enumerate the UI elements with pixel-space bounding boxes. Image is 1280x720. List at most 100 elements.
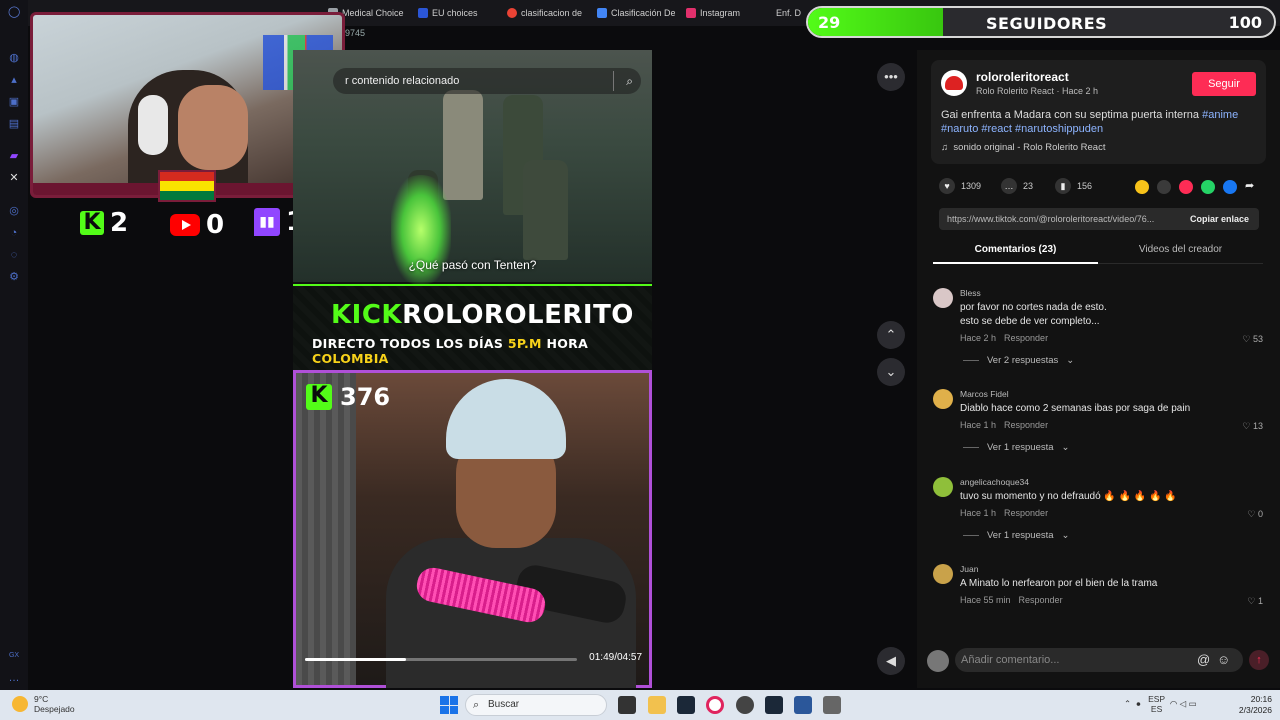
clock-icon[interactable]: ◔: [8, 227, 20, 239]
tab-comments[interactable]: Comentarios (23): [933, 244, 1098, 264]
gx-icon[interactable]: GX: [8, 650, 20, 662]
whatsapp-icon[interactable]: [1201, 180, 1215, 194]
volume-icon[interactable]: ◀: [877, 647, 905, 675]
start-button[interactable]: [440, 696, 458, 714]
view-replies[interactable]: Ver 1 respuesta ⌄: [963, 530, 1070, 541]
sidebar-app-icon[interactable]: ◍: [8, 52, 20, 64]
more-options-icon[interactable]: •••: [877, 63, 905, 91]
kick-viewer-count: K 376: [306, 383, 390, 411]
opera-icon[interactable]: [706, 696, 724, 714]
followers-goal: 100: [1228, 13, 1262, 32]
reply-link[interactable]: Responder: [1004, 333, 1048, 343]
clock[interactable]: 20:16 2/3/2026: [1232, 694, 1272, 716]
comment-likes[interactable]: ♡ 0: [1247, 509, 1263, 520]
taskbar-search[interactable]: ⌕ Buscar: [465, 694, 607, 716]
hashtag-link[interactable]: #anime: [1202, 109, 1238, 121]
hashtag-link[interactable]: #react: [981, 123, 1012, 135]
comment-author[interactable]: Marcos Fidel: [960, 389, 1009, 399]
youtube-count: 0: [206, 210, 225, 240]
sidebar-app-icon[interactable]: ▣: [8, 96, 20, 108]
share-icon[interactable]: ➦: [1245, 179, 1254, 192]
chevron-up-icon: ⌃: [1124, 698, 1132, 709]
video-player[interactable]: r contenido relacionado ⌕ ¿Qué pasó con …: [293, 50, 652, 688]
browser-tab[interactable]: Enf. D: [776, 5, 806, 21]
save-button[interactable]: ▮ 156: [1055, 178, 1092, 194]
sidebar-app-icon[interactable]: ▤: [8, 118, 20, 130]
comment-button[interactable]: … 23: [1001, 178, 1033, 194]
battery-icon: ▭: [1188, 698, 1197, 709]
tab-label: clasificacion de: [521, 8, 583, 18]
next-video-button[interactable]: ⌄: [877, 358, 905, 386]
gear-icon[interactable]: ⚙: [8, 271, 20, 283]
reply-link[interactable]: Responder: [1004, 508, 1048, 518]
mention-icon[interactable]: @: [1197, 652, 1210, 667]
facebook-icon[interactable]: [1223, 180, 1237, 194]
browser-tab[interactable]: Clasificación De: [597, 5, 675, 21]
reply-link[interactable]: Responder: [1019, 595, 1063, 605]
kick-count: 2: [110, 208, 129, 238]
copy-link-button[interactable]: Copiar enlace: [1190, 214, 1249, 224]
previous-video-button[interactable]: ⌃: [877, 321, 905, 349]
comment-likes[interactable]: ♡ 53: [1242, 334, 1263, 345]
more-icon[interactable]: …: [8, 672, 20, 684]
app-icon[interactable]: [823, 696, 841, 714]
tab-creator-videos[interactable]: Videos del creador: [1098, 244, 1263, 255]
twitch-icon[interactable]: ▰: [8, 150, 20, 162]
avatar[interactable]: [941, 70, 967, 96]
view-replies[interactable]: Ver 1 respuesta ⌄: [963, 442, 1070, 453]
emoji-icon[interactable]: ☺: [1217, 652, 1230, 667]
comment-composer: @ ☺ ↑: [927, 648, 1272, 674]
search-icon[interactable]: ⌕: [613, 71, 633, 91]
file-explorer-icon[interactable]: [648, 696, 666, 714]
comment-likes[interactable]: ♡ 1: [1247, 596, 1263, 607]
comment-author[interactable]: angelicachoque34: [960, 477, 1029, 487]
weather-widget[interactable]: 9°C Despejado: [12, 694, 75, 714]
steam-icon[interactable]: [677, 696, 695, 714]
avatar[interactable]: [933, 564, 953, 584]
send-icon[interactable]: [1179, 180, 1193, 194]
related-search-bar[interactable]: r contenido relacionado ⌕: [333, 68, 641, 94]
word-icon[interactable]: [794, 696, 812, 714]
post-link[interactable]: https://www.tiktok.com/@roloroleritoreac…: [947, 214, 1177, 224]
viewer-number: 376: [340, 383, 391, 411]
view-replies[interactable]: Ver 2 respuestas ⌄: [963, 355, 1074, 366]
browser-tab[interactable]: EU choices: [418, 5, 498, 21]
x-icon[interactable]: ✕: [8, 172, 20, 184]
avatar[interactable]: [933, 477, 953, 497]
reply-link[interactable]: Responder: [1004, 420, 1048, 430]
send-comment-button[interactable]: ↑: [1249, 650, 1269, 670]
video-progress-bar[interactable]: [305, 658, 577, 661]
coin-icon[interactable]: [1135, 180, 1149, 194]
embed-icon[interactable]: [1157, 180, 1171, 194]
save-count: 156: [1077, 181, 1093, 191]
comment-likes[interactable]: ♡ 13: [1242, 421, 1263, 432]
browser-tab[interactable]: clasificacion de: [507, 5, 585, 21]
comment-meta: Hace 2 h Responder: [960, 333, 1049, 343]
comment-author[interactable]: Bless: [960, 288, 981, 298]
tab-label: EU choices: [432, 8, 478, 18]
follow-button[interactable]: Seguir: [1192, 72, 1256, 96]
browser-tab[interactable]: Instagram: [686, 5, 766, 21]
post-actions: ♥ 1309 … 23 ▮ 156 ➦: [939, 178, 1259, 198]
tab-label: Medical Choice: [342, 8, 404, 18]
sidebar-app-icon[interactable]: ◌: [8, 249, 20, 261]
hashtag-link[interactable]: #naruto: [941, 123, 978, 135]
steam-icon[interactable]: [765, 696, 783, 714]
task-view-icon[interactable]: [618, 696, 636, 714]
system-tray[interactable]: ⌃ ● ESP ES ◠ ◁ ▭: [1124, 694, 1197, 714]
post-username[interactable]: roloroleritoreact: [976, 70, 1069, 84]
youtube-icon: [170, 214, 200, 236]
sidebar-app-icon[interactable]: ◎: [8, 205, 20, 217]
link-box: https://www.tiktok.com/@roloroleritoreac…: [939, 208, 1259, 230]
avatar[interactable]: [933, 288, 953, 308]
comment-author[interactable]: Juan: [960, 564, 978, 574]
opera-icon[interactable]: ◯: [8, 6, 20, 18]
sound-info[interactable]: ♫ sonido original - Rolo Rolerito React: [941, 142, 1105, 153]
sidebar-app-icon[interactable]: ▴: [8, 74, 20, 86]
hashtag-link[interactable]: #narutoshippuden: [1015, 123, 1103, 135]
avatar[interactable]: [933, 389, 953, 409]
like-button[interactable]: ♥ 1309: [939, 178, 981, 194]
app-icon[interactable]: [736, 696, 754, 714]
video-subtitle: ¿Qué pasó con Tenten?: [408, 258, 537, 272]
post-panel: roloroleritoreact Rolo Rolerito React · …: [917, 50, 1280, 688]
